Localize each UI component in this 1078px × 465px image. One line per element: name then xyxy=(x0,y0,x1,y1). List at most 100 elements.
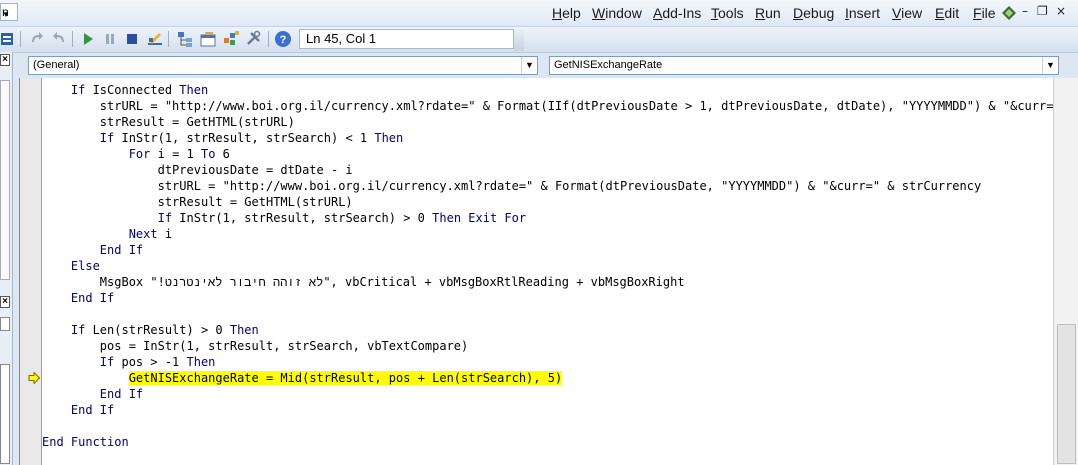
code-statement: pos = InStr(1, strResult, strSearch, vbT… xyxy=(100,339,468,353)
code-line[interactable]: If InStr(1, strResult, strSearch) < 1 Th… xyxy=(42,130,403,146)
menu-label-rest: ools xyxy=(718,5,744,21)
toolbar-grip[interactable] xyxy=(514,29,524,51)
scrollbar-thumb[interactable] xyxy=(1057,324,1076,464)
code-statement: End If xyxy=(71,403,114,417)
restore-icon[interactable]: ❐ xyxy=(1037,4,1048,18)
code-line[interactable]: If IsConnected Then xyxy=(42,82,208,98)
code-statement: End If xyxy=(71,291,114,305)
code-line[interactable]: strResult = GetHTML(strURL) xyxy=(42,194,353,210)
code-window[interactable]: If IsConnected Then strURL = "http://www… xyxy=(19,78,1078,465)
code-line[interactable]: Else xyxy=(42,258,100,274)
menu-help[interactable]: Help xyxy=(552,5,581,21)
code-line[interactable]: GetNISExchangeRate = Mid(strResult, pos … xyxy=(42,370,563,386)
menu-label-rest: dd-Ins xyxy=(662,5,702,21)
code-line[interactable]: If pos > -1 Then xyxy=(42,354,216,370)
code-statement: Next i xyxy=(129,227,172,241)
break-icon[interactable] xyxy=(101,30,119,48)
code-line[interactable]: For i = 1 To 6 xyxy=(42,146,230,162)
menu-label-rest: dit xyxy=(944,5,960,21)
menu-file[interactable]: File xyxy=(973,5,996,21)
menu-bar: n ▼ Help Window Add-Ins Tools Run Debug Insert… xyxy=(0,0,1078,27)
code-statement: End If xyxy=(100,387,143,401)
code-line[interactable]: MsgBox "!לא זוהה חיבור לאינטרנט", vbCrit… xyxy=(42,274,685,290)
properties-dropdown-edge[interactable] xyxy=(0,317,10,331)
menu-insert[interactable]: Insert xyxy=(845,5,880,21)
code-keyword: End Function xyxy=(42,435,129,449)
properties-grid-edge[interactable] xyxy=(0,364,10,464)
menu-window[interactable]: Window xyxy=(592,5,642,21)
code-line[interactable]: If InStr(1, strResult, strSearch) > 0 Th… xyxy=(42,210,526,226)
properties-icon[interactable] xyxy=(199,30,217,48)
object-combo[interactable]: (General) ▼ xyxy=(28,56,538,75)
code-keyword: If xyxy=(70,83,86,97)
code-line[interactable]: pos = InStr(1, strResult, strSearch, vbT… xyxy=(42,338,468,354)
vba-app-icon[interactable] xyxy=(1000,4,1018,22)
menu-debug[interactable]: Debug xyxy=(793,5,834,21)
menu-label-rest: nsert xyxy=(848,5,881,21)
vertical-scrollbar[interactable] xyxy=(1053,78,1078,465)
object-browser-icon[interactable] xyxy=(222,30,240,48)
menu-add-ins[interactable]: Add-Ins xyxy=(653,5,701,21)
procedure-selector-bar: (General) ▼ GetNISExchangeRate ▼ xyxy=(19,53,1078,77)
code-text: i xyxy=(157,227,173,241)
code-keyword: For xyxy=(128,147,151,161)
project-explorer-icon[interactable] xyxy=(176,30,194,48)
close-icon[interactable]: × xyxy=(0,54,10,66)
toolbox-icon[interactable] xyxy=(245,30,263,48)
code-statement: MsgBox "!לא זוהה חיבור לאינטרנט", vbCrit… xyxy=(100,275,685,289)
menu-edit[interactable]: Edit xyxy=(935,5,959,21)
procedure-combo[interactable]: GetNISExchangeRate ▼ xyxy=(549,56,1059,75)
code-line[interactable]: If Len(strResult) > 0 Then xyxy=(42,322,259,338)
menu-mnemonic: V xyxy=(892,5,902,21)
code-line[interactable]: End If xyxy=(42,386,143,402)
window-dropdown-stub[interactable]: n ▼ xyxy=(0,3,18,21)
panel-scrollbar[interactable] xyxy=(0,80,10,280)
code-keyword: If xyxy=(99,131,115,145)
code-keyword: Next xyxy=(128,227,158,241)
module-icon[interactable] xyxy=(0,30,14,48)
code-keyword: To xyxy=(200,147,216,161)
code-line[interactable]: End If xyxy=(42,290,114,306)
code-text: MsgBox "!לא זוהה חיבור לאינטרנט", vbCrit… xyxy=(99,275,685,289)
close-icon[interactable]: × xyxy=(0,296,10,308)
code-keyword: End If xyxy=(70,291,115,305)
code-line[interactable]: Next i xyxy=(42,226,172,242)
minimize-icon[interactable]: – xyxy=(1022,4,1028,18)
reset-icon[interactable] xyxy=(123,30,141,48)
redo-icon[interactable] xyxy=(28,30,46,48)
code-line[interactable]: End Function xyxy=(42,434,129,450)
menu-mnemonic: T xyxy=(711,5,718,21)
menu-tools[interactable]: Tools xyxy=(711,5,744,21)
margin-indicator-bar[interactable] xyxy=(20,78,42,465)
code-line[interactable]: strURL = "http://www.boi.org.il/currency… xyxy=(42,178,982,194)
code-editor[interactable]: If IsConnected Then strURL = "http://www… xyxy=(42,82,1053,465)
run-icon[interactable] xyxy=(79,30,97,48)
code-line[interactable]: dtPreviousDate = dtDate - i xyxy=(42,162,353,178)
undo-icon[interactable] xyxy=(50,30,68,48)
design-mode-icon[interactable] xyxy=(146,30,164,48)
code-line[interactable]: End If xyxy=(42,242,143,258)
code-keyword: End If xyxy=(99,243,144,257)
code-line[interactable]: strURL = "http://www.boi.org.il/currency… xyxy=(42,98,1053,114)
code-text: Len(strResult) > 0 xyxy=(85,323,230,337)
chevron-down-icon[interactable]: ▼ xyxy=(1042,57,1058,74)
code-keyword: Then xyxy=(374,131,404,145)
code-statement: strResult = GetHTML(strURL) xyxy=(100,115,295,129)
code-text: InStr(1, strResult, strSearch) > 0 xyxy=(172,211,433,225)
code-line[interactable]: End If xyxy=(42,402,114,418)
help-icon[interactable]: ? xyxy=(274,30,292,48)
close-icon[interactable]: × xyxy=(1056,4,1066,18)
code-keyword: Then Exit For xyxy=(432,211,527,225)
project-panel-edge: × × xyxy=(0,52,13,465)
code-line[interactable]: strResult = GetHTML(strURL) xyxy=(42,114,295,130)
menu-view[interactable]: View xyxy=(892,5,922,21)
menu-run[interactable]: Run xyxy=(755,5,781,21)
chevron-down-icon[interactable]: ▼ xyxy=(521,57,537,74)
